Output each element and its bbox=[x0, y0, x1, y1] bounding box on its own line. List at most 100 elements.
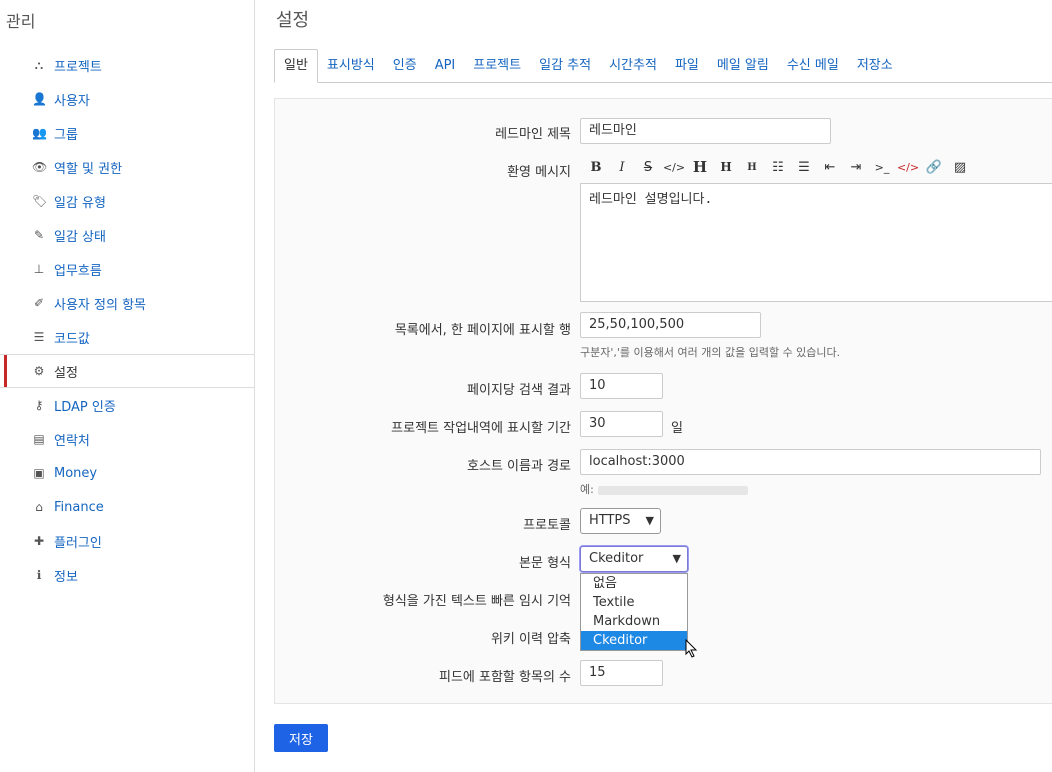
editor-toolbar: B I S </> H H H ☷ ☰ ⇤ ⇥ >_ </> 🔗 ▨ bbox=[585, 157, 971, 177]
contact-card-icon: ▤ bbox=[33, 432, 45, 446]
user-icon: 👤 bbox=[32, 92, 47, 106]
sidebar-item-label: 프로젝트 bbox=[54, 59, 102, 75]
welcome-text-label: 환영 메시지 bbox=[507, 165, 571, 180]
link-icon[interactable]: 🔗 bbox=[923, 157, 945, 177]
feed-limit-label: 피드에 포함할 항목의 수 bbox=[439, 670, 571, 685]
feed-limit-input[interactable]: 15 bbox=[580, 660, 663, 686]
sidebar-item-trackers[interactable]: 🏷 일감 유형 bbox=[0, 184, 254, 218]
projects-icon: ⛬ bbox=[34, 58, 44, 72]
edit-box-icon: ✎ bbox=[33, 228, 45, 242]
per-page-label: 목록에서, 한 페이지에 표시할 행 bbox=[394, 323, 571, 338]
sidebar-item-label: 사용자 정의 항목 bbox=[54, 297, 146, 313]
eye-icon: 👁 bbox=[32, 160, 48, 174]
group-icon: 👥 bbox=[32, 126, 47, 140]
preformatted-icon[interactable]: >_ bbox=[871, 157, 893, 177]
protocol-select-value: HTTPS bbox=[589, 513, 631, 528]
text-format-option-textile[interactable]: Textile bbox=[581, 593, 687, 612]
sidebar-item-issue-statuses[interactable]: ✎ 일감 상태 bbox=[0, 218, 254, 252]
tab-time-tracking[interactable]: 시간추적 bbox=[600, 50, 666, 82]
welcome-text-editor[interactable]: 레드마인 설명입니다. bbox=[580, 183, 1052, 302]
text-format-label: 본문 형식 bbox=[519, 556, 571, 571]
indent-icon[interactable]: ⇥ bbox=[845, 157, 867, 177]
strikethrough-icon[interactable]: S bbox=[637, 157, 659, 177]
wiki-compression-label: 위키 이력 압축 bbox=[490, 632, 571, 647]
sidebar-item-groups[interactable]: 👥 그룹 bbox=[0, 116, 254, 150]
tab-incoming-emails[interactable]: 수신 메일 bbox=[778, 50, 848, 82]
tab-display[interactable]: 표시방식 bbox=[318, 50, 384, 82]
per-page-hint: 구분자','를 이용해서 여러 개의 값을 입력할 수 있습니다. bbox=[580, 346, 841, 359]
list-icon: ☰ bbox=[33, 330, 45, 344]
italic-icon[interactable]: I bbox=[611, 157, 633, 177]
sidebar-item-ldap[interactable]: ⚷ LDAP 인증 bbox=[0, 388, 254, 422]
sidebar-item-roles[interactable]: 👁 역할 및 권한 bbox=[0, 150, 254, 184]
sidebar-item-settings[interactable]: ⚙ 설정 bbox=[0, 354, 254, 388]
sidebar-title: 관리 bbox=[6, 12, 36, 31]
sidebar-item-label: 설정 bbox=[54, 365, 78, 381]
sidebar-item-label: 일감 상태 bbox=[54, 229, 106, 245]
code-highlight-icon[interactable]: </> bbox=[897, 157, 919, 177]
blurred-example bbox=[597, 485, 748, 495]
sidebar-item-label: 사용자 bbox=[54, 93, 90, 109]
text-format-option-markdown[interactable]: Markdown bbox=[581, 612, 687, 631]
image-icon[interactable]: ▨ bbox=[949, 157, 971, 177]
per-page-input[interactable]: 25,50,100,500 bbox=[580, 312, 761, 338]
tag-icon: 🏷 bbox=[32, 194, 48, 208]
tab-repositories[interactable]: 저장소 bbox=[848, 50, 902, 82]
sidebar-item-info[interactable]: ℹ 정보 bbox=[0, 558, 254, 592]
sidebar-item-users[interactable]: 👤 사용자 bbox=[0, 82, 254, 116]
info-icon: ℹ bbox=[36, 568, 42, 582]
heading2-icon[interactable]: H bbox=[715, 157, 737, 177]
heading3-icon[interactable]: H bbox=[741, 157, 763, 177]
host-name-input[interactable]: localhost:3000 bbox=[580, 449, 1041, 475]
sidebar-item-label: 일감 유형 bbox=[54, 195, 106, 211]
inline-code-icon[interactable]: </> bbox=[663, 157, 685, 177]
numbered-list-icon[interactable]: ☰ bbox=[793, 157, 815, 177]
tab-authentication[interactable]: 인증 bbox=[384, 50, 426, 82]
sidebar-item-label: 업무흐름 bbox=[54, 263, 102, 279]
protocol-label: 프로토콜 bbox=[523, 518, 571, 533]
text-format-option-none[interactable]: 없음 bbox=[581, 574, 687, 593]
tab-issue-tracking[interactable]: 일감 추적 bbox=[530, 50, 600, 82]
tab-general[interactable]: 일반 bbox=[274, 49, 318, 83]
sidebar-item-label: 정보 bbox=[54, 569, 78, 585]
sidebar-item-custom-fields[interactable]: ✐ 사용자 정의 항목 bbox=[0, 286, 254, 320]
host-name-hint-text: 예: bbox=[580, 483, 594, 496]
sidebar-item-enumerations[interactable]: ☰ 코드값 bbox=[0, 320, 254, 354]
chevron-down-icon: ▼ bbox=[645, 514, 654, 527]
bold-icon[interactable]: B bbox=[585, 157, 607, 177]
sidebar-item-label: 그룹 bbox=[54, 127, 78, 143]
activity-days-unit: 일 bbox=[671, 421, 683, 436]
sidebar-item-workflows[interactable]: ⊥ 업무흐름 bbox=[0, 252, 254, 286]
app-title-input[interactable]: 레드마인 bbox=[580, 118, 831, 144]
sidebar-item-money[interactable]: ▣ Money bbox=[0, 456, 254, 490]
cache-formatted-text-label: 형식을 가진 텍스트 빠른 임시 기억 bbox=[382, 594, 571, 609]
heading1-icon[interactable]: H bbox=[689, 157, 711, 177]
tab-api[interactable]: API bbox=[426, 50, 465, 82]
outdent-icon[interactable]: ⇤ bbox=[819, 157, 841, 177]
key-icon: ⚷ bbox=[34, 398, 44, 412]
text-format-option-ckeditor[interactable]: Ckeditor bbox=[581, 631, 687, 650]
bulleted-list-icon[interactable]: ☷ bbox=[767, 157, 789, 177]
sidebar-item-projects[interactable]: ⛬ 프로젝트 bbox=[0, 48, 254, 82]
sidebar-item-label: 코드값 bbox=[54, 331, 90, 347]
sidebar-item-finance[interactable]: ⌂ Finance bbox=[0, 490, 254, 524]
host-name-hint: 예: bbox=[580, 481, 748, 497]
text-format-dropdown: 없음 Textile Markdown Ckeditor bbox=[580, 573, 688, 651]
sidebar-item-plugins[interactable]: ✚ 플러그인 bbox=[0, 524, 254, 558]
tab-projects[interactable]: 프로젝트 bbox=[464, 50, 530, 82]
save-button[interactable]: 저장 bbox=[274, 724, 328, 752]
sidebar-item-label: 역할 및 권한 bbox=[54, 161, 123, 177]
text-format-select[interactable]: Ckeditor ▼ bbox=[580, 546, 688, 572]
protocol-select[interactable]: HTTPS ▼ bbox=[580, 508, 661, 534]
sidebar-item-label: 플러그인 bbox=[54, 535, 102, 551]
chevron-down-icon: ▼ bbox=[672, 552, 681, 565]
tab-files[interactable]: 파일 bbox=[666, 50, 708, 82]
sidebar-item-contacts[interactable]: ▤ 연락처 bbox=[0, 422, 254, 456]
workflow-icon: ⊥ bbox=[33, 262, 45, 276]
search-results-input[interactable]: 10 bbox=[580, 373, 663, 399]
text-format-select-value: Ckeditor bbox=[589, 551, 644, 566]
activity-days-input[interactable]: 30 bbox=[580, 411, 663, 437]
bank-icon: ⌂ bbox=[35, 500, 43, 514]
main-content: 설정 일반 표시방식 인증 API 프로젝트 일감 추적 시간추적 파일 메일 … bbox=[254, 0, 1052, 772]
tab-email-notifications[interactable]: 메일 알림 bbox=[708, 50, 778, 82]
